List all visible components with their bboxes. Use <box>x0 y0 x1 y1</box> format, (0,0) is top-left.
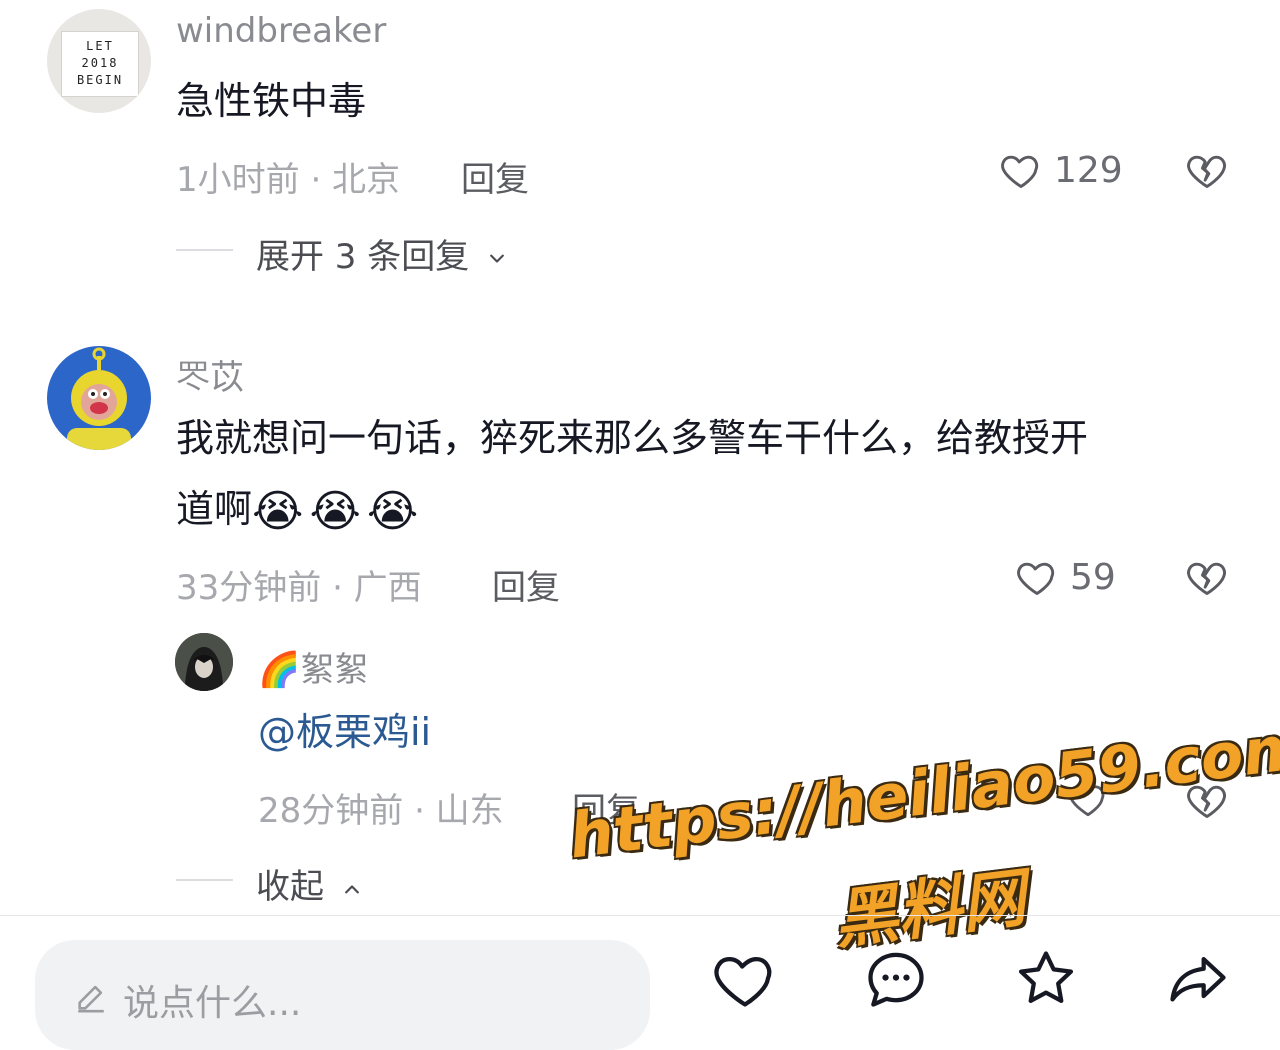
chevron-up-icon <box>344 884 359 893</box>
avatar-text: LET <box>86 39 114 53</box>
watermark-url: https://heiliao59.com <box>565 709 1280 873</box>
pencil-icon <box>78 985 104 1013</box>
reply-meta: 28分钟前 · 山东 <box>258 791 504 831</box>
comment-text-line2-text: 道啊 <box>176 487 253 531</box>
crying-emoji: 😭 <box>366 486 419 537</box>
avatar-text: 2018 <box>81 56 119 70</box>
avatar-text: BEGIN <box>76 73 124 87</box>
heart-icon[interactable] <box>998 148 1044 192</box>
lightbox-sign: LET 2018 BEGIN <box>61 31 139 97</box>
reply-button[interactable]: 回复 <box>461 152 529 201</box>
teletubby-avatar <box>67 347 131 450</box>
divider-line <box>176 879 233 881</box>
dislike-icon[interactable] <box>1184 555 1230 599</box>
like-count: 129 <box>1054 150 1123 191</box>
like-count: 59 <box>1070 557 1116 598</box>
comment-meta: 1小时前 · 北京 <box>176 160 401 200</box>
input-placeholder: 说点什么... <box>123 983 302 1024</box>
chevron-down-icon <box>490 254 504 263</box>
comment-text: 急性铁中毒 <box>176 79 367 123</box>
reply-username-text: 絮絮 <box>300 650 369 690</box>
avatar[interactable] <box>175 633 233 691</box>
divider-line <box>176 249 233 251</box>
reply-button[interactable]: 回复 <box>492 560 560 609</box>
collapse-replies-label: 收起 <box>256 867 324 907</box>
dislike-icon[interactable] <box>1184 148 1230 192</box>
comment-text-line2: 道啊😭 😭 😭 <box>176 490 418 534</box>
crying-emoji: 😭 <box>252 486 304 537</box>
expand-replies-label: 展开 3 条回复 <box>256 237 470 277</box>
collapse-replies-button[interactable]: 收起 <box>256 859 365 908</box>
comment-text-line1: 我就想问一句话，猝死来那么多警车干什么，给教授开 <box>176 416 1089 460</box>
comment-meta: 33分钟前 · 广西 <box>176 568 422 608</box>
star-icon[interactable] <box>1010 945 1082 1013</box>
expand-replies-button[interactable]: 展开 3 条回复 <box>256 229 510 278</box>
comment-icon[interactable] <box>860 945 932 1013</box>
crying-emoji: 😭 <box>309 486 361 537</box>
mention-link[interactable]: @板栗鸡ii <box>258 710 431 754</box>
avatar[interactable] <box>47 346 151 450</box>
heart-icon[interactable] <box>1014 555 1060 599</box>
rainbow-emoji: 🌈 <box>258 650 301 690</box>
bottom-bar-divider <box>0 915 1280 916</box>
reply-text: @板栗鸡ii <box>258 713 431 751</box>
heart-icon[interactable] <box>709 945 781 1013</box>
avatar[interactable]: LET 2018 BEGIN <box>47 9 151 113</box>
dark-portrait-avatar <box>175 633 233 691</box>
comment-username[interactable]: windbreaker <box>176 11 386 51</box>
share-icon[interactable] <box>1160 945 1236 1013</box>
reply-username[interactable]: 🌈絮絮 <box>258 642 368 691</box>
comment-username[interactable]: 罖苡 <box>176 350 244 399</box>
